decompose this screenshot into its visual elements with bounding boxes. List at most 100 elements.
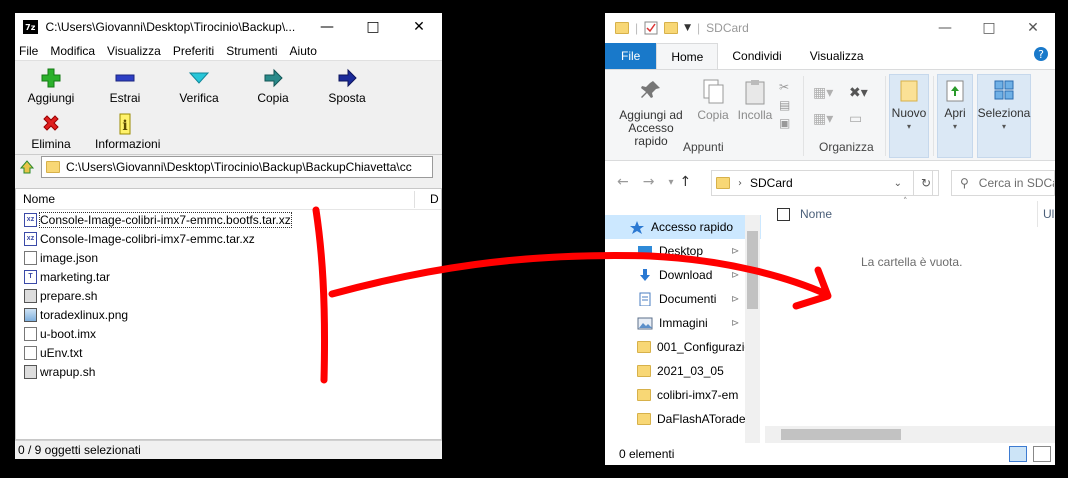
copy-path-icon[interactable]: ▤ xyxy=(779,96,790,114)
file-row[interactable]: wrapup.sh xyxy=(16,362,441,381)
back-arrow-icon[interactable]: ← xyxy=(617,174,629,190)
search-input[interactable]: ⚲ Cerca in SDCard xyxy=(951,170,1055,196)
file-row[interactable]: xz Console-Image-colibri-imx7-emmc.bootfs… xyxy=(16,210,441,229)
column-name[interactable]: Nome xyxy=(23,192,55,206)
paste-button[interactable]: Incolla xyxy=(735,78,775,122)
sevenzip-window: 7z C:\Users\Giovanni\Desktop\Tirocinio\B… xyxy=(15,13,442,459)
large-icons-view-icon[interactable] xyxy=(1033,446,1051,462)
scroll-thumb[interactable] xyxy=(747,231,758,309)
select-button[interactable]: Seleziona ▾ xyxy=(977,78,1031,133)
nav-item-download[interactable]: Download ⊳ xyxy=(605,263,761,287)
close-button[interactable]: ✕ xyxy=(1011,20,1055,36)
nav-item-documents[interactable]: Documenti ⊳ xyxy=(605,287,761,311)
nav-item-folder[interactable]: colibri-imx7-em xyxy=(605,383,761,407)
recent-locations-icon[interactable]: ▾ xyxy=(668,177,673,188)
nav-item-folder[interactable]: 001_Configurazio xyxy=(605,335,761,359)
extract-button[interactable]: Estrai xyxy=(95,67,155,105)
properties-icon[interactable] xyxy=(644,21,658,35)
copy-arrow-icon xyxy=(243,67,303,89)
minimize-button[interactable]: — xyxy=(923,20,967,36)
tab-share[interactable]: Condividi xyxy=(718,43,795,69)
copy-button[interactable]: Copia xyxy=(697,78,729,122)
maximize-button[interactable]: □ xyxy=(350,19,396,35)
scroll-thumb[interactable] xyxy=(781,429,901,440)
delete-button[interactable]: Elimina xyxy=(21,113,81,151)
details-view-icon[interactable] xyxy=(1009,446,1027,462)
navigation-pane[interactable]: Accesso rapido Desktop ⊳ Download ⊳ Docume… xyxy=(605,215,761,443)
column-name[interactable]: Nome xyxy=(800,207,832,221)
up-folder-icon[interactable] xyxy=(19,159,35,175)
xz-archive-icon: xz xyxy=(24,231,37,246)
nav-item-pictures[interactable]: Immagini ⊳ xyxy=(605,311,761,335)
move-button[interactable]: Sposta xyxy=(317,67,377,105)
copy-button[interactable]: Copia xyxy=(243,67,303,105)
folder-icon xyxy=(637,389,651,401)
nav-item-folder[interactable]: DaFlashAToradex xyxy=(605,407,761,431)
minimize-button[interactable]: — xyxy=(304,19,350,35)
column-separator[interactable] xyxy=(414,191,415,208)
star-icon xyxy=(630,221,644,234)
copy-label: Copia xyxy=(697,108,729,122)
open-button[interactable]: Apri ▾ xyxy=(937,78,973,133)
file-list[interactable]: Nome D xz Console-Image-colibri-imx7-emmc… xyxy=(15,188,442,440)
horizontal-scrollbar[interactable] xyxy=(765,426,1055,443)
explorer-window: | ▼ | SDCard — □ ✕ File Home Condividi V… xyxy=(605,13,1055,465)
test-button[interactable]: Verifica xyxy=(169,67,229,105)
nav-item-quick-access[interactable]: Accesso rapido xyxy=(605,215,761,239)
nav-scrollbar[interactable] xyxy=(745,215,760,443)
new-folder-icon[interactable] xyxy=(664,22,679,34)
menu-tools[interactable]: Strumenti xyxy=(226,44,277,58)
menu-bar: File Modifica Visualizza Preferiti Strum… xyxy=(15,41,442,61)
menu-help[interactable]: Aiuto xyxy=(290,44,317,58)
pin-quick-access-button[interactable]: Aggiungi ad Accesso rapido xyxy=(611,78,691,148)
close-button[interactable]: ✕ xyxy=(396,19,442,35)
info-button[interactable]: i Informazioni xyxy=(95,113,160,151)
path-input[interactable]: C:\Users\Giovanni\Desktop\Tirocinio\Back… xyxy=(41,156,433,178)
menu-file[interactable]: File xyxy=(19,44,38,58)
add-button[interactable]: Aggiungi xyxy=(21,67,81,105)
rename-icon[interactable]: ▭ xyxy=(849,106,868,132)
maximize-button[interactable]: □ xyxy=(967,20,1011,36)
nav-item-folder[interactable]: 2021_03_05 xyxy=(605,359,761,383)
item-count: 0 elementi xyxy=(619,447,675,461)
copy-to-icon[interactable]: ▦▾ xyxy=(813,106,833,132)
file-row[interactable]: u-boot.imx xyxy=(16,324,441,343)
tab-view[interactable]: Visualizza xyxy=(796,43,878,69)
customize-quick-access-icon[interactable]: ▼ xyxy=(684,23,691,33)
file-row[interactable]: uEnv.txt xyxy=(16,343,441,362)
tab-home[interactable]: Home xyxy=(656,43,719,69)
refresh-button[interactable]: ↻ xyxy=(913,170,939,196)
help-icon[interactable]: ? xyxy=(1033,46,1055,69)
chevron-down-icon: ▾ xyxy=(1001,122,1006,131)
address-bar[interactable]: › SDCard ⌄ xyxy=(711,170,933,196)
nav-label: 2021_03_05 xyxy=(657,364,724,378)
file-row[interactable]: toradexlinux.png xyxy=(16,305,441,324)
file-name: Console-Image-colibri-imx7-emmc.bootfs.t… xyxy=(39,211,292,228)
cut-icon[interactable]: ✂ xyxy=(779,78,790,96)
nav-item-desktop[interactable]: Desktop ⊳ xyxy=(605,239,761,263)
forward-arrow-icon[interactable]: → xyxy=(643,174,655,190)
paste-shortcut-icon[interactable]: ▣ xyxy=(779,114,790,132)
file-row[interactable]: Tmarketing.tar xyxy=(16,267,441,286)
move-to-icon[interactable]: ▦▾ xyxy=(813,80,833,106)
up-arrow-icon[interactable]: ↑ xyxy=(680,174,692,190)
organize-small-buttons: ▦▾ ▦▾ xyxy=(813,80,833,132)
file-row[interactable]: image.json xyxy=(16,248,441,267)
new-button[interactable]: Nuovo ▾ xyxy=(889,78,929,133)
menu-edit[interactable]: Modifica xyxy=(50,44,95,58)
address-dropdown-icon[interactable]: ⌄ xyxy=(894,178,902,189)
menu-view[interactable]: Visualizza xyxy=(107,44,161,58)
content-area[interactable]: Nome ˄ Ul La cartella è vuota. xyxy=(765,197,1055,441)
delete-icon[interactable]: ✖▾ xyxy=(849,80,868,106)
text-file-icon xyxy=(24,345,37,360)
menu-favorites[interactable]: Preferiti xyxy=(173,44,214,58)
delete-label: Elimina xyxy=(31,137,71,151)
tab-file[interactable]: File xyxy=(605,43,657,69)
breadcrumb[interactable]: SDCard xyxy=(750,176,793,190)
column-modified[interactable]: Ul xyxy=(1043,207,1054,221)
select-all-checkbox[interactable] xyxy=(777,207,790,221)
column-date[interactable]: D xyxy=(430,192,439,206)
file-row[interactable]: prepare.sh xyxy=(16,286,441,305)
sort-up-icon: ˄ xyxy=(903,197,908,207)
file-row[interactable]: xz Console-Image-colibri-imx7-emmc.tar.xz xyxy=(16,229,441,248)
